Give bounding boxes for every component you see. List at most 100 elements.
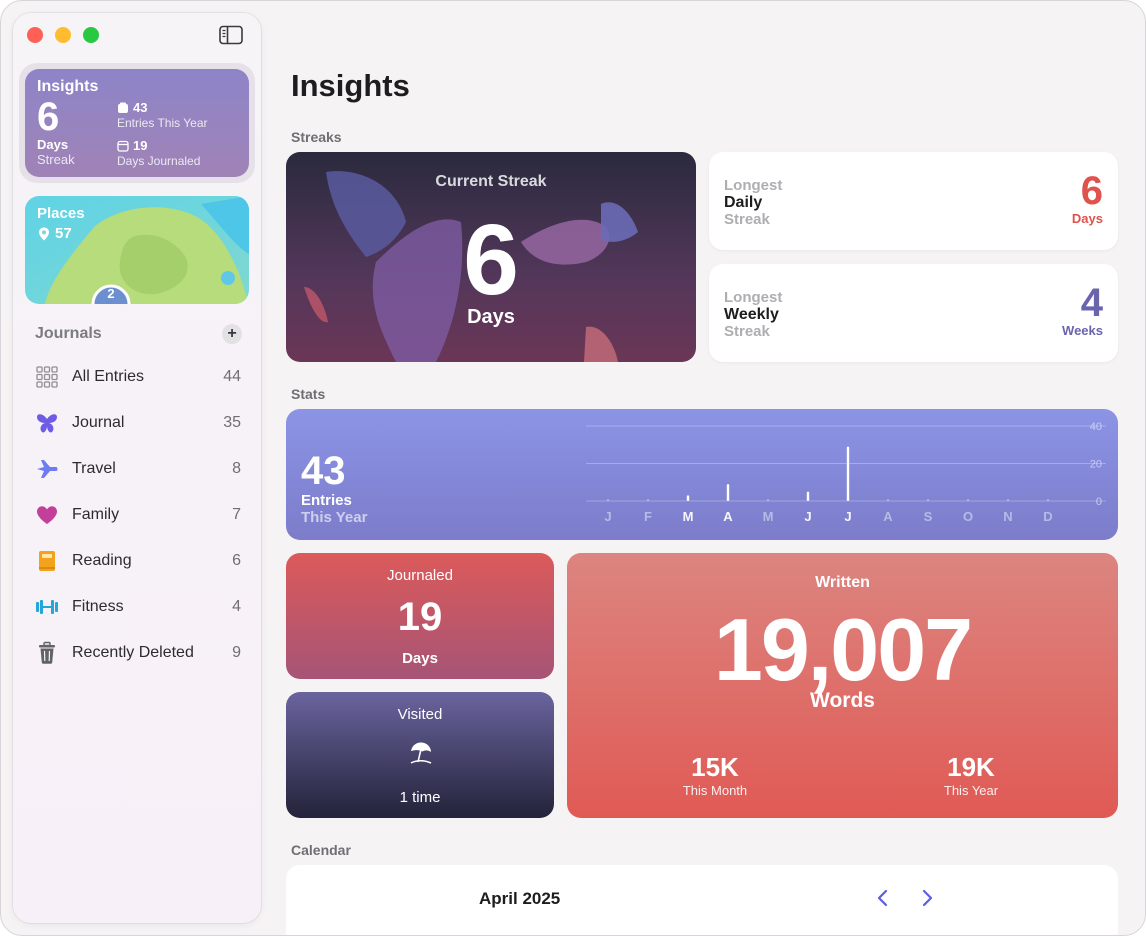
location-pin-icon (39, 227, 49, 241)
chart-bar (646, 499, 650, 501)
journal-item-label: Journal (72, 414, 125, 431)
heart-icon (37, 506, 57, 524)
journaled-value: 19 (397, 595, 443, 639)
longest-weekly-value: 4 (1080, 281, 1103, 325)
insights-entries-label: Entries This Year (117, 116, 208, 130)
insights-days-label: Days Journaled (117, 154, 201, 168)
visited-value: 1 time (399, 789, 441, 806)
zoom-button[interactable] (83, 27, 99, 43)
journal-item-label: All Entries (72, 368, 145, 385)
longest-weekly-line1: Longest (724, 289, 783, 306)
chart-xtick-label: S (924, 509, 933, 524)
chart-bar (966, 499, 970, 501)
add-journal-button[interactable]: + (222, 324, 242, 344)
longest-daily-line2: Daily (724, 194, 763, 211)
butterfly-icon (37, 414, 57, 433)
current-streak-unit: Days (467, 306, 515, 328)
chart-xtick-label: A (723, 509, 733, 524)
journaled-card[interactable]: Journaled 19 Days (286, 553, 554, 679)
longest-weekly-streak-card[interactable]: Longest Weekly Streak 4 Weeks (709, 264, 1118, 362)
chart-bar (806, 491, 810, 501)
journal-item-journal[interactable]: Journal 35 (35, 408, 243, 438)
insights-streak-value: 6 (37, 95, 60, 139)
chart-bar (766, 499, 770, 501)
longest-daily-line1: Longest (724, 177, 783, 194)
journal-item-label: Recently Deleted (72, 644, 194, 661)
journal-item-label: Travel (72, 460, 116, 477)
places-card[interactable]: Places 57 2 (25, 196, 249, 304)
insights-entries-count: 43 (133, 100, 148, 115)
calendar-month: April 2025 (479, 889, 561, 908)
calendar-card: April 2025 (286, 865, 1118, 935)
stats-section-header: Stats (291, 386, 326, 402)
journal-item-fitness[interactable]: Fitness 4 (35, 592, 243, 622)
next-month-icon[interactable] (917, 887, 937, 909)
longest-daily-line3: Streak (724, 211, 770, 228)
streaks-section-header: Streaks (291, 129, 342, 145)
chart-xtick-label: M (763, 509, 774, 524)
journal-item-label: Family (72, 506, 120, 523)
chart-bar (686, 495, 690, 501)
places-count: 57 (55, 225, 72, 242)
journal-item-travel[interactable]: Travel 8 (35, 454, 243, 484)
chart-bar (1006, 499, 1010, 501)
journal-item-count: 35 (223, 414, 241, 431)
chart-xtick-label: M (683, 509, 694, 524)
page-title: Insights (291, 68, 410, 103)
close-button[interactable] (27, 27, 43, 43)
journal-item-label: Reading (72, 552, 132, 569)
journals-header: Journals (35, 325, 102, 342)
journal-item-reading[interactable]: Reading 6 (35, 546, 243, 576)
chart-ytick-label: 40 (1090, 421, 1102, 433)
chart-bar (846, 446, 850, 501)
sidebar: Insights 6 Days Streak 43 Entries This Y… (13, 13, 261, 923)
entries-stats-card[interactable]: 43 Entries This Year 40 20 0 J F M A M J J A S O N D (286, 409, 1118, 540)
chart-ytick-label: 20 (1090, 459, 1102, 471)
entries-icon (118, 102, 128, 113)
chart-xtick-label: N (1003, 509, 1012, 524)
visited-card[interactable]: Visited 1 time (286, 692, 554, 818)
sidebar-toggle-icon[interactable] (219, 25, 243, 45)
chart-bar (726, 484, 730, 501)
chart-xtick-label: F (644, 509, 652, 524)
chart-ytick-label: 0 (1096, 496, 1102, 508)
current-streak-card[interactable]: Current Streak 6 Days (286, 152, 696, 362)
journal-item-family[interactable]: Family 7 (35, 500, 243, 530)
chart-xtick-label: D (1043, 509, 1052, 524)
chart-xtick-label: J (604, 509, 611, 524)
places-title: Places (37, 205, 85, 222)
journal-item-all-entries[interactable]: All Entries 44 (35, 362, 243, 392)
written-year-value: 19K (947, 752, 995, 782)
insights-card[interactable]: Insights 6 Days Streak 43 Entries This Y… (25, 69, 249, 177)
dumbbell-icon (36, 600, 58, 614)
insights-streak-label: Streak (37, 152, 75, 167)
longest-daily-streak-card[interactable]: Longest Daily Streak 6 Days (709, 152, 1118, 250)
written-label: Written (815, 574, 870, 591)
current-streak-value: 6 (463, 204, 519, 316)
previous-month-icon[interactable] (873, 887, 893, 909)
chart-bar (606, 499, 610, 501)
app-window: Insights 6 Days Streak 43 Entries This Y… (0, 0, 1146, 936)
insights-streak-unit: Days (37, 137, 69, 152)
written-unit: Words (810, 689, 875, 712)
insights-card-title: Insights (37, 78, 99, 95)
book-icon (39, 551, 55, 571)
minimize-button[interactable] (55, 27, 71, 43)
beach-umbrella-icon (410, 742, 432, 764)
journal-item-count: 4 (232, 598, 241, 615)
chart-bar (1046, 499, 1050, 501)
calendar-small-icon (117, 140, 129, 152)
map-cluster-count: 2 (107, 286, 115, 301)
entries-chart: 40 20 0 J F M A M J J A S O N D (586, 421, 1106, 524)
chart-bar (886, 499, 890, 501)
written-value: 19,007 (713, 600, 973, 699)
insights-card-selection[interactable]: Insights 6 Days Streak 43 Entries This Y… (19, 63, 255, 183)
journal-item-count: 44 (223, 368, 241, 385)
written-month-label: This Month (682, 783, 748, 798)
written-card[interactable]: Written 19,007 Words 15K This Month 19K … (567, 553, 1118, 818)
airplane-icon (37, 460, 58, 478)
insights-days-count: 19 (133, 138, 148, 153)
journal-item-count: 9 (232, 644, 241, 661)
journal-item-recently-deleted[interactable]: Recently Deleted 9 (35, 638, 243, 668)
chart-xtick-label: O (963, 509, 973, 524)
